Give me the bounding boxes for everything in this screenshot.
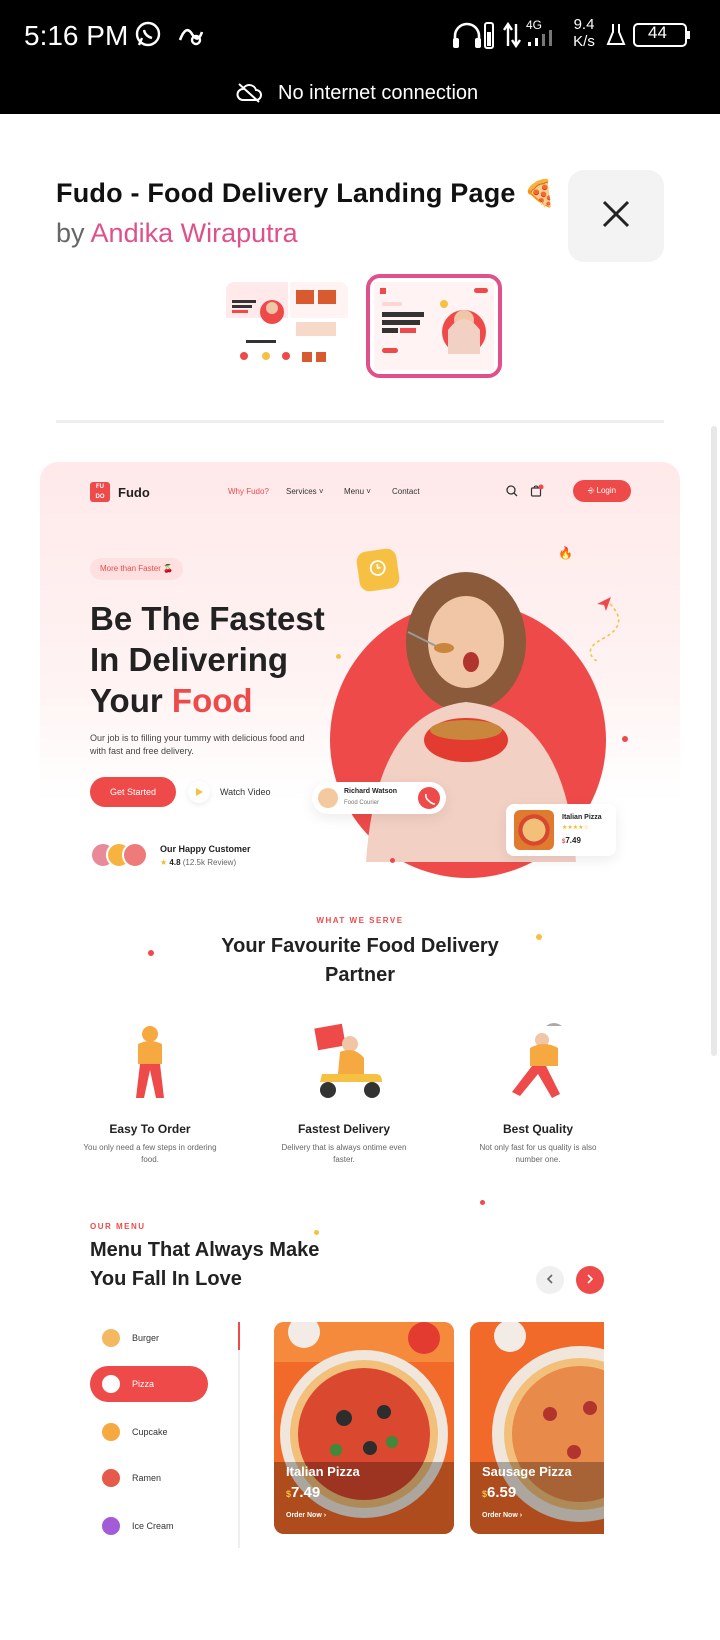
watch-video-button: Watch Video [188,777,271,807]
pizza-price-card: Italian Pizza ★★★★☆ $7.49 [506,804,616,856]
courier-role: Food Courier [344,800,380,806]
courier-name: Richard Watson [344,788,398,795]
headphones-icon [450,20,484,55]
waiter-cloche-illustration [488,1022,588,1102]
courier-card: Richard Watson Food Courier [312,782,446,814]
hero-title: Be The Fastest In Delivering Your Food [90,600,325,719]
burger-icon [102,1329,120,1347]
sausage-pizza-image [470,1322,604,1534]
feature-easy-to-order: Easy To Order You only need a few steps … [80,1022,220,1166]
category-ice-cream: Ice Cream [90,1508,208,1544]
no-internet-banner: No internet connection [0,74,720,114]
cloud-off-icon [236,82,262,110]
close-button[interactable] [568,170,664,262]
feature-fastest-delivery: Fastest Delivery Delivery that is always… [274,1022,414,1166]
divider [56,420,664,423]
menu-next-button [576,1266,604,1294]
category-rail [238,1322,240,1548]
pizza-emoji-icon: 🍕 [523,178,557,208]
decor-dot [622,736,628,742]
scrollbar[interactable] [711,426,717,1056]
play-icon [188,781,210,803]
decor-dot [480,1200,485,1205]
pizza-icon [102,1375,120,1393]
shot-detail-sheet: Fudo - Food Delivery Landing Page 🍕 by An… [0,114,720,1640]
scooter-courier-illustration [294,1022,394,1102]
shot-byline: by Andika Wiraputra [56,218,298,248]
food-card-italian-pizza: Italian Pizza $7.49 Order Now › [274,1322,454,1534]
chevron-right-icon [586,1271,594,1289]
status-bar: 5:16 PM 4G 9.4 K/s 44 [0,0,720,74]
cart-icon [530,484,544,502]
thumbnail-1[interactable] [226,282,348,374]
status-time: 5:16 PM [24,20,129,51]
cupcake-icon [102,1423,120,1441]
ice-cream-icon [102,1517,120,1535]
customers-title: Our Happy Customer [160,844,251,854]
whatsapp-icon [134,20,162,53]
category-burger: Burger [90,1320,208,1356]
serve-title: Your Favourite Food Delivery Partner [221,935,499,986]
login-button: ⎆ Login [573,480,631,502]
ordering-person-illustration [100,1022,200,1102]
food-card-sausage-pizza: Sausage Pizza $6.59 Order Now › [470,1322,604,1534]
search-icon [506,484,518,502]
category-ramen: Ramen [90,1460,208,1496]
browser-app-icon [176,20,204,53]
battery-level: 44 [648,23,667,42]
design-preview[interactable]: FU DO Fudo Why Fudo? Services ˅ Menu ˅ C… [40,462,680,1632]
star-rating: ★★★★☆ [562,825,589,831]
thumbnail-2-preview [374,282,494,370]
category-cupcake: Cupcake [90,1414,208,1450]
fudo-logo: FU DO Fudo [90,482,150,502]
author-link[interactable]: Andika Wiraputra [91,218,298,248]
get-started-button: Get Started [90,777,176,807]
serve-eyebrow: WHAT WE SERVE [316,916,404,925]
clock-badge [355,547,401,593]
chevron-left-icon [546,1271,554,1289]
fudo-brand-name: Fudo [118,484,150,500]
phone-icon [418,787,440,809]
menu-eyebrow: OUR MENU [90,1222,146,1231]
decor-dot [336,654,341,659]
feature-best-quality: Best Quality Not only fast for us qualit… [468,1022,608,1166]
nav-why-fudo: Why Fudo? [228,487,269,496]
italian-pizza-image [274,1322,454,1534]
shot-title: Fudo - Food Delivery Landing Page 🍕 [56,178,557,208]
nav-menu: Menu ˅ [344,487,371,496]
customer-rating: ★ 4.8 (12.5k Review) [160,858,237,867]
no-internet-text: No internet connection [278,82,479,104]
ramen-icon [102,1469,120,1487]
net-speed: 9.4 K/s [573,16,595,50]
thumbnail-1-preview [226,282,348,374]
data-transfer-icon [502,20,522,55]
category-pizza: Pizza [90,1366,208,1402]
avatar [122,842,148,868]
nav-services: Services ˅ [286,487,324,496]
close-icon [601,199,631,234]
decor-dot [314,1230,319,1235]
hero-description: Our job is to filling your tummy with de… [90,733,305,756]
decor-dot [148,950,154,956]
avatar [318,788,338,808]
fudo-logo-mark: FU DO [90,482,110,502]
hero-tag: More than Faster 🍒 [90,558,184,580]
star-icon: ★ [160,858,168,867]
dashed-curve-decoration [589,603,620,662]
order-now-link: Order Now › [482,1512,523,1519]
order-now-link: Order Now › [286,1512,327,1519]
lab-flask-icon [606,22,626,53]
thumbnail-2-selected[interactable] [366,274,502,378]
pizza-thumbnail [514,810,554,850]
menu-prev-button [536,1266,564,1294]
nav-contact: Contact [392,487,420,496]
signal-icon [526,28,556,53]
menu-title: Menu That Always Make You Fall In Love [90,1239,320,1290]
decor-dot [390,858,395,863]
fire-icon: 🔥 [558,546,573,560]
clock-icon [367,557,388,582]
decor-dot [536,934,542,940]
battery-saver-icon [484,20,494,55]
